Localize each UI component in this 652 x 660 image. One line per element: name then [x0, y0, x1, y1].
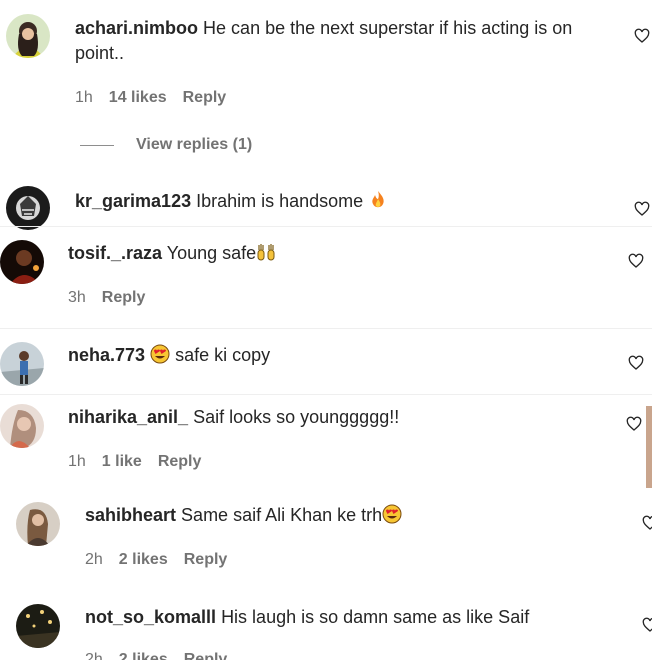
- reply-button[interactable]: Reply: [184, 551, 228, 569]
- comment-meta: 1h 1 like Reply: [68, 453, 201, 471]
- avatar[interactable]: [16, 604, 60, 648]
- comment-body: He can be the next superstar if his acti…: [203, 18, 573, 38]
- comment-body: Same saif Ali Khan ke trh: [181, 505, 383, 525]
- timestamp: 2h: [85, 651, 103, 660]
- avatar[interactable]: [6, 14, 50, 58]
- heart-eyes-emoji: [150, 344, 170, 364]
- fire-emoji: [368, 190, 388, 210]
- comment-meta: 2h 2 likes Reply: [85, 551, 227, 569]
- avatar[interactable]: [0, 240, 44, 284]
- likes-count[interactable]: 2 likes: [119, 551, 168, 569]
- comment-body: Saif looks so younggggg!!: [193, 407, 400, 427]
- timestamp: 3h: [68, 289, 86, 306]
- heart-outline-icon[interactable]: [642, 515, 652, 531]
- likes-count[interactable]: 14 likes: [109, 89, 167, 107]
- timestamp: 1h: [68, 453, 86, 470]
- heart-outline-icon[interactable]: [642, 617, 652, 633]
- comment-body: His laugh is so damn same as like Saif: [221, 607, 530, 627]
- view-replies-button[interactable]: View replies (1): [80, 136, 252, 154]
- username[interactable]: achari.nimboo: [75, 18, 198, 38]
- heart-outline-icon[interactable]: [628, 253, 644, 269]
- comment-text: kr_garima123 Ibrahim is handsome: [75, 189, 388, 214]
- clipped-meta: ────── ───: [68, 386, 168, 392]
- comment-meta: 3h Reply: [68, 289, 145, 307]
- avatar[interactable]: [0, 342, 44, 386]
- raised-hands-emoji: [256, 242, 276, 262]
- comments-panel: achari.nimboo He can be the next superst…: [0, 0, 652, 660]
- comment-meta: 1h 14 likes Reply: [75, 89, 226, 107]
- comment-body: Young safe: [166, 243, 257, 263]
- heart-eyes-emoji: [382, 504, 402, 524]
- heart-outline-icon[interactable]: [634, 201, 650, 217]
- avatar[interactable]: [6, 186, 50, 230]
- reply-button[interactable]: Reply: [184, 651, 228, 660]
- username[interactable]: not_so_komalll: [85, 607, 216, 627]
- post-thumbnail-edge: [646, 406, 652, 488]
- avatar[interactable]: [16, 502, 60, 546]
- heart-outline-icon[interactable]: [626, 416, 642, 432]
- likes-count[interactable]: 2 likes: [119, 651, 168, 660]
- reply-button[interactable]: Reply: [183, 89, 227, 107]
- timestamp: 1h: [75, 89, 93, 106]
- reply-button[interactable]: Reply: [102, 289, 146, 307]
- comment-body-continued: point..: [75, 43, 125, 63]
- comment-text: achari.nimboo He can be the next superst…: [75, 16, 620, 66]
- comment-meta: 2h 2 likes Reply: [85, 651, 227, 660]
- view-replies-label[interactable]: View replies (1): [136, 136, 252, 154]
- comment-divider: [0, 328, 652, 329]
- comment-text: tosif._.raza Young safe: [68, 241, 276, 266]
- username[interactable]: kr_garima123: [75, 191, 191, 211]
- heart-outline-icon[interactable]: [634, 28, 650, 44]
- comment-body: Ibrahim is handsome: [196, 191, 364, 211]
- comment-text: niharika_anil_ Saif looks so younggggg!!: [68, 405, 399, 430]
- username[interactable]: neha.773: [68, 345, 145, 365]
- comment-divider: [0, 226, 652, 227]
- reply-button[interactable]: Reply: [158, 453, 202, 471]
- username[interactable]: tosif._.raza: [68, 243, 162, 263]
- username[interactable]: sahibheart: [85, 505, 176, 525]
- likes-count[interactable]: 1 like: [102, 453, 142, 471]
- avatar[interactable]: [0, 404, 44, 448]
- heart-outline-icon[interactable]: [628, 355, 644, 371]
- comment-text: not_so_komalll His laugh is so damn same…: [85, 605, 529, 630]
- comment-divider: [0, 394, 652, 395]
- comment-text: neha.773 safe ki copy: [68, 343, 270, 368]
- divider-line: [80, 144, 114, 146]
- username[interactable]: niharika_anil_: [68, 407, 188, 427]
- timestamp: 2h: [85, 551, 103, 568]
- comment-text: sahibheart Same saif Ali Khan ke trh: [85, 503, 402, 528]
- comment-body: safe ki copy: [175, 345, 271, 365]
